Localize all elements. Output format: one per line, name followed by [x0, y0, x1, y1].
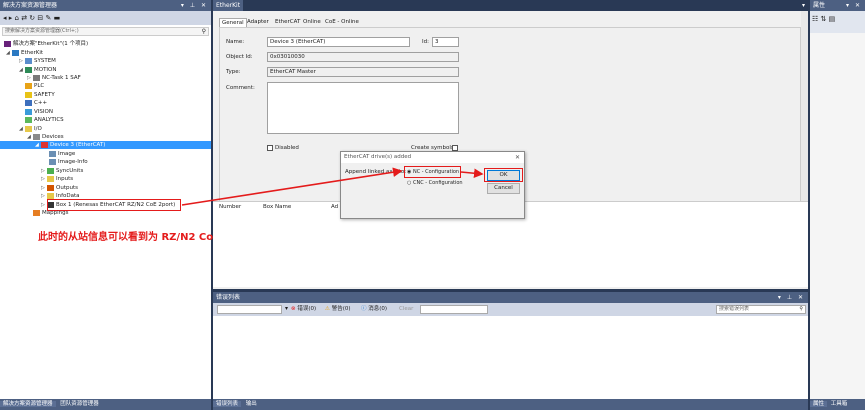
- annotation-arrows: [181, 167, 484, 206]
- arrow-nc-to-ok: [460, 168, 484, 179]
- arrow-box-to-nc: [181, 167, 403, 206]
